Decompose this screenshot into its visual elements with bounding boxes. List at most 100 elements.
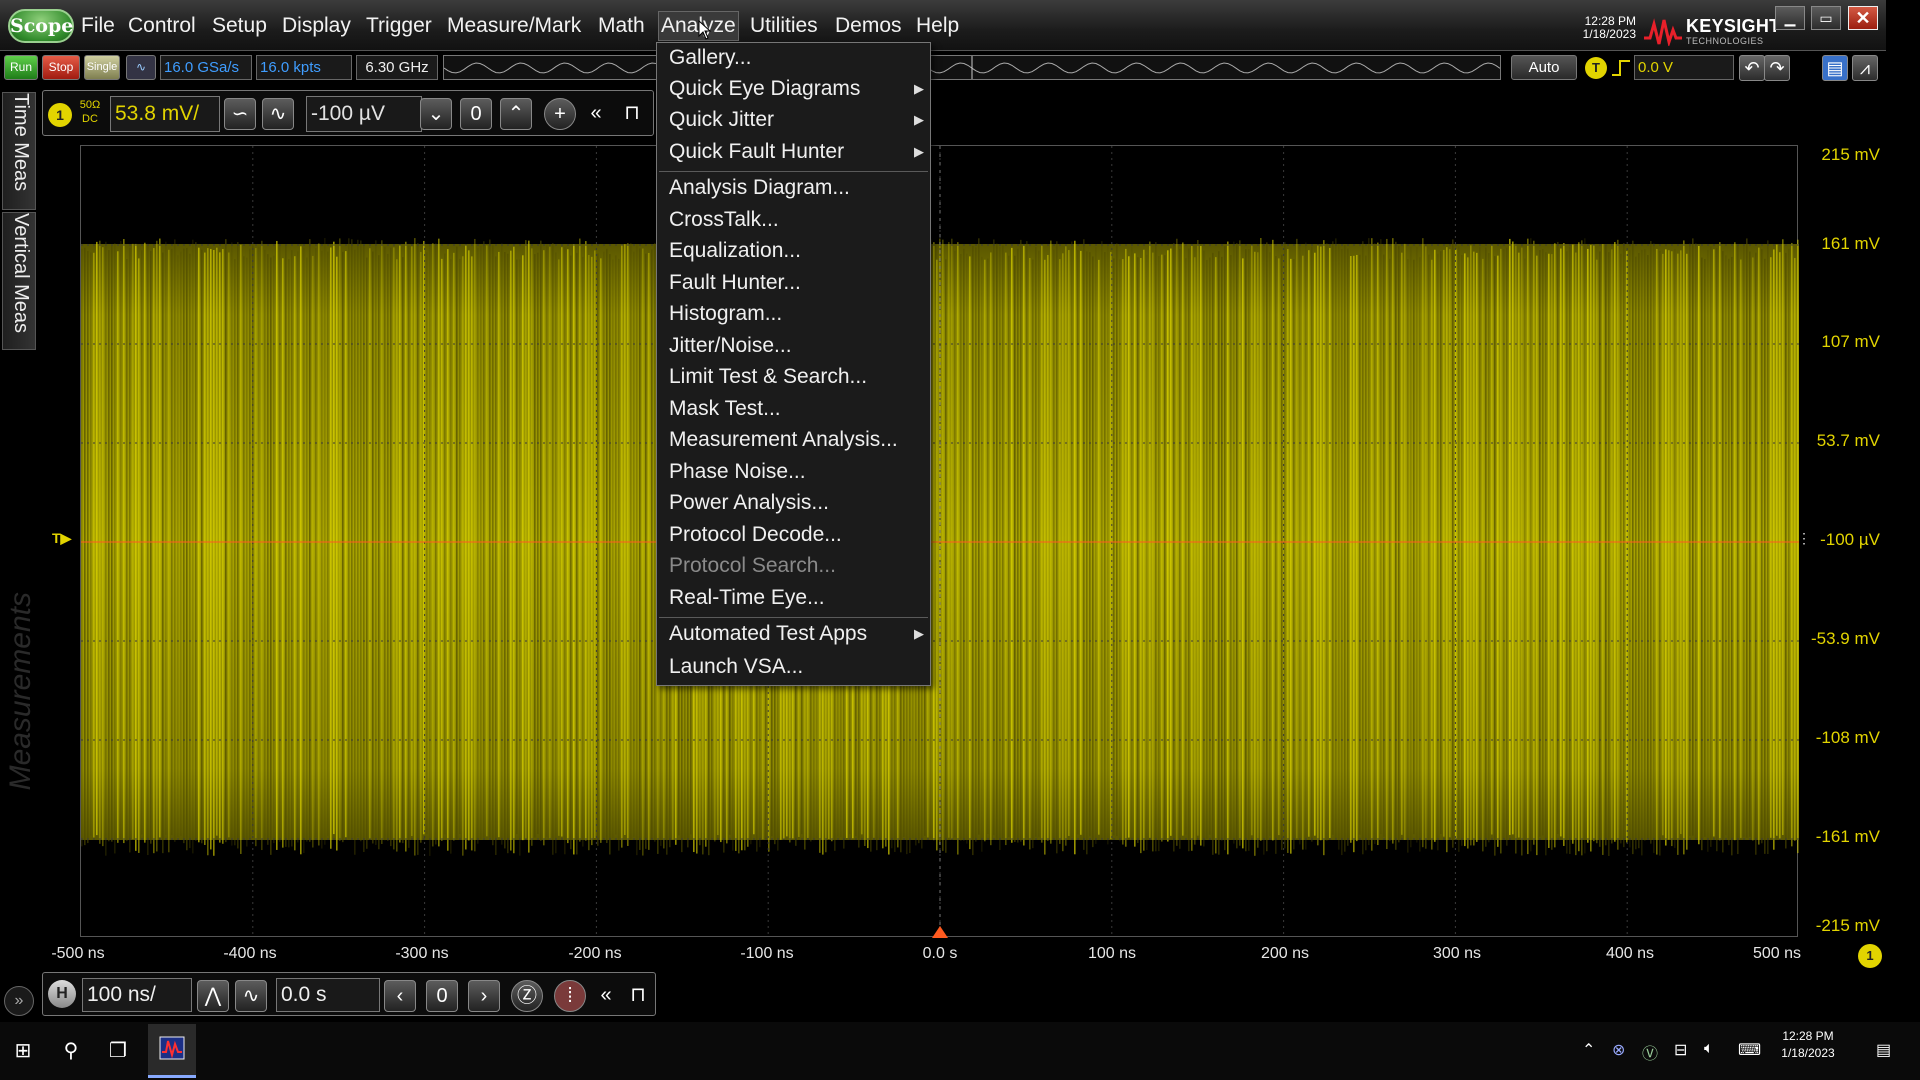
bandwidth-field[interactable]: 6.30 GHz xyxy=(356,55,438,80)
layout-button[interactable]: ▤ xyxy=(1822,55,1848,81)
offset-up-button[interactable]: ⌃ xyxy=(500,98,532,130)
menu-measure-mark[interactable]: Measure/Mark xyxy=(447,12,581,40)
channel-coupling: 50Ω DC xyxy=(78,98,102,126)
acquisition-button[interactable]: ∿ xyxy=(126,55,156,80)
menu-item-crosstalk[interactable]: CrossTalk... xyxy=(669,205,924,235)
volume-icon[interactable]: 🔈︎ xyxy=(1704,1040,1714,1058)
vertical-scale-field[interactable]: 53.8 mV/ xyxy=(110,96,220,132)
time-position-field[interactable]: 0.0 s xyxy=(276,978,380,1012)
menu-item-quick-eye-diagrams[interactable]: Quick Eye Diagrams ▶ xyxy=(669,74,924,104)
menu-item-limit-test-search[interactable]: Limit Test & Search... xyxy=(669,362,924,392)
trigger-auto-button[interactable]: Auto xyxy=(1511,55,1577,80)
menu-control[interactable]: Control xyxy=(128,12,196,40)
menu-item-analysis-diagram[interactable]: Analysis Diagram... xyxy=(669,173,924,203)
keyboard-icon[interactable]: ⌨ xyxy=(1738,1040,1761,1060)
menu-item-histogram[interactable]: Histogram... xyxy=(669,299,924,329)
maximize-button[interactable]: ▭ xyxy=(1811,6,1841,30)
tab-vertical-meas[interactable]: Vertical Meas xyxy=(2,212,36,350)
menu-item-mask-test[interactable]: Mask Test... xyxy=(669,394,924,424)
menu-item-protocol-decode[interactable]: Protocol Decode... xyxy=(669,520,924,550)
scale-decrease-button[interactable]: ∽ xyxy=(224,98,256,130)
position-right-button[interactable]: › xyxy=(468,980,500,1012)
waveform-display[interactable] xyxy=(80,145,1799,938)
collapse-horizontal-button[interactable]: « xyxy=(590,980,622,1012)
close-button[interactable]: ✕ xyxy=(1848,6,1878,30)
time-scale-increase-button[interactable]: ∿ xyxy=(235,980,267,1012)
vertical-offset-field[interactable]: -100 µV xyxy=(306,96,422,132)
menu-item-launch-vsa[interactable]: Launch VSA... xyxy=(669,652,924,682)
horizontal-badge[interactable]: H xyxy=(48,980,76,1008)
tray-keysight-icon[interactable]: Ⓥ xyxy=(1642,1040,1658,1064)
run-button[interactable]: Run xyxy=(4,55,38,80)
menu-item-equalization[interactable]: Equalization... xyxy=(669,236,924,266)
tray-overflow-button[interactable]: ⌃ xyxy=(1582,1040,1595,1060)
menu-item-jitter-noise[interactable]: Jitter/Noise... xyxy=(669,331,924,361)
menu-help[interactable]: Help xyxy=(916,12,959,40)
y-tick-label: 215 mV xyxy=(1821,145,1880,164)
offset-down-button[interactable]: ⌄ xyxy=(420,98,452,130)
menu-file[interactable]: File xyxy=(81,12,115,40)
menu-demos[interactable]: Demos xyxy=(835,12,902,40)
notifications-icon[interactable]: ▤ xyxy=(1876,1040,1891,1060)
menu-math[interactable]: Math xyxy=(598,12,645,40)
chevron-left-icon: ‹ xyxy=(396,985,404,1007)
channel-1-indicator[interactable]: 1 xyxy=(1858,944,1882,968)
menu-item-automated-test-apps[interactable]: Automated Test Apps ▶ xyxy=(669,619,924,649)
scope-button[interactable]: Scope xyxy=(8,9,74,43)
zoom-button[interactable]: Ⓩ xyxy=(511,980,543,1012)
menu-item-fault-hunter[interactable]: Fault Hunter... xyxy=(669,268,924,298)
scale-increase-button[interactable]: ∿ xyxy=(262,98,294,130)
minimize-button[interactable]: ▁ xyxy=(1775,6,1805,30)
pin-channel-button[interactable]: ⊓ xyxy=(616,98,648,130)
position-left-button[interactable]: ‹ xyxy=(384,980,416,1012)
menu-display[interactable]: Display xyxy=(282,12,351,40)
menu-item-quick-jitter[interactable]: Quick Jitter ▶ xyxy=(669,105,924,135)
taskbar-scope-app[interactable] xyxy=(148,1024,196,1078)
pin-icon: ⊓ xyxy=(624,102,640,124)
channel-1-badge[interactable]: 1 xyxy=(48,103,72,127)
menu-item-real-time-eye[interactable]: Real-Time Eye... xyxy=(669,583,924,613)
menu-item-power-analysis[interactable]: Power Analysis... xyxy=(669,488,924,518)
menu-utilities[interactable]: Utilities xyxy=(750,12,818,40)
menu-trigger[interactable]: Trigger xyxy=(366,12,432,40)
trigger-level-field[interactable]: 0.0 V xyxy=(1634,55,1734,80)
submenu-arrow-icon: ▶ xyxy=(914,81,924,96)
pin-horizontal-button[interactable]: ⊓ xyxy=(622,980,654,1012)
menu-item-gallery[interactable]: Gallery... xyxy=(669,43,924,73)
task-view-button[interactable]: ❐ xyxy=(103,1036,133,1066)
time-scale-field[interactable]: 100 ns/ xyxy=(82,978,192,1012)
menu-item-measurement-analysis[interactable]: Measurement Analysis... xyxy=(669,425,924,455)
search-icon: ⚲ xyxy=(63,1040,79,1062)
menu-setup[interactable]: Setup xyxy=(212,12,267,40)
memory-depth-field[interactable]: 16.0 kpts xyxy=(256,55,352,80)
menu-separator xyxy=(659,617,928,618)
autoscale-button[interactable]: ⩘ xyxy=(1852,55,1878,81)
plus-icon: + xyxy=(554,103,566,125)
menu-item-quick-fault-hunter[interactable]: Quick Fault Hunter ▶ xyxy=(669,137,924,167)
menu-item-phase-noise[interactable]: Phase Noise... xyxy=(669,457,924,487)
rising-edge-icon[interactable] xyxy=(1610,57,1632,79)
expand-panel-button[interactable]: » xyxy=(4,986,34,1016)
trigger-source-badge[interactable]: T xyxy=(1585,57,1607,79)
taskbar-clock[interactable]: 12:28 PM 1/18/2023 xyxy=(1776,1028,1840,1062)
tray-app-icon[interactable]: ⊗ xyxy=(1612,1040,1625,1060)
undo-button[interactable]: ↶ xyxy=(1739,55,1765,81)
tab-time-meas[interactable]: Time Meas xyxy=(2,92,36,210)
search-button[interactable]: ⚲ xyxy=(56,1036,86,1066)
redo-button[interactable]: ↷ xyxy=(1764,55,1790,81)
position-zero-button[interactable]: 0 xyxy=(426,980,458,1012)
add-channel-button[interactable]: + xyxy=(544,98,576,130)
network-icon[interactable]: ⊟ xyxy=(1674,1040,1687,1060)
time-scale-decrease-button[interactable]: ⋀ xyxy=(197,980,229,1012)
stop-button[interactable]: Stop xyxy=(42,55,80,80)
segment-button[interactable]: ⁞ xyxy=(554,980,586,1012)
sample-rate-field[interactable]: 16.0 GSa/s xyxy=(160,55,252,80)
single-button[interactable]: Single xyxy=(84,55,120,80)
minimize-icon: ▁ xyxy=(1784,10,1796,26)
offset-zero-button[interactable]: 0 xyxy=(460,98,492,130)
trigger-position-marker[interactable] xyxy=(932,926,948,938)
channel-1-ground-marker[interactable]: T▶ xyxy=(52,530,71,547)
start-button[interactable]: ⊞ xyxy=(8,1036,38,1066)
collapse-channel-button[interactable]: « xyxy=(580,98,612,130)
waveform-overview[interactable] xyxy=(443,55,1501,80)
